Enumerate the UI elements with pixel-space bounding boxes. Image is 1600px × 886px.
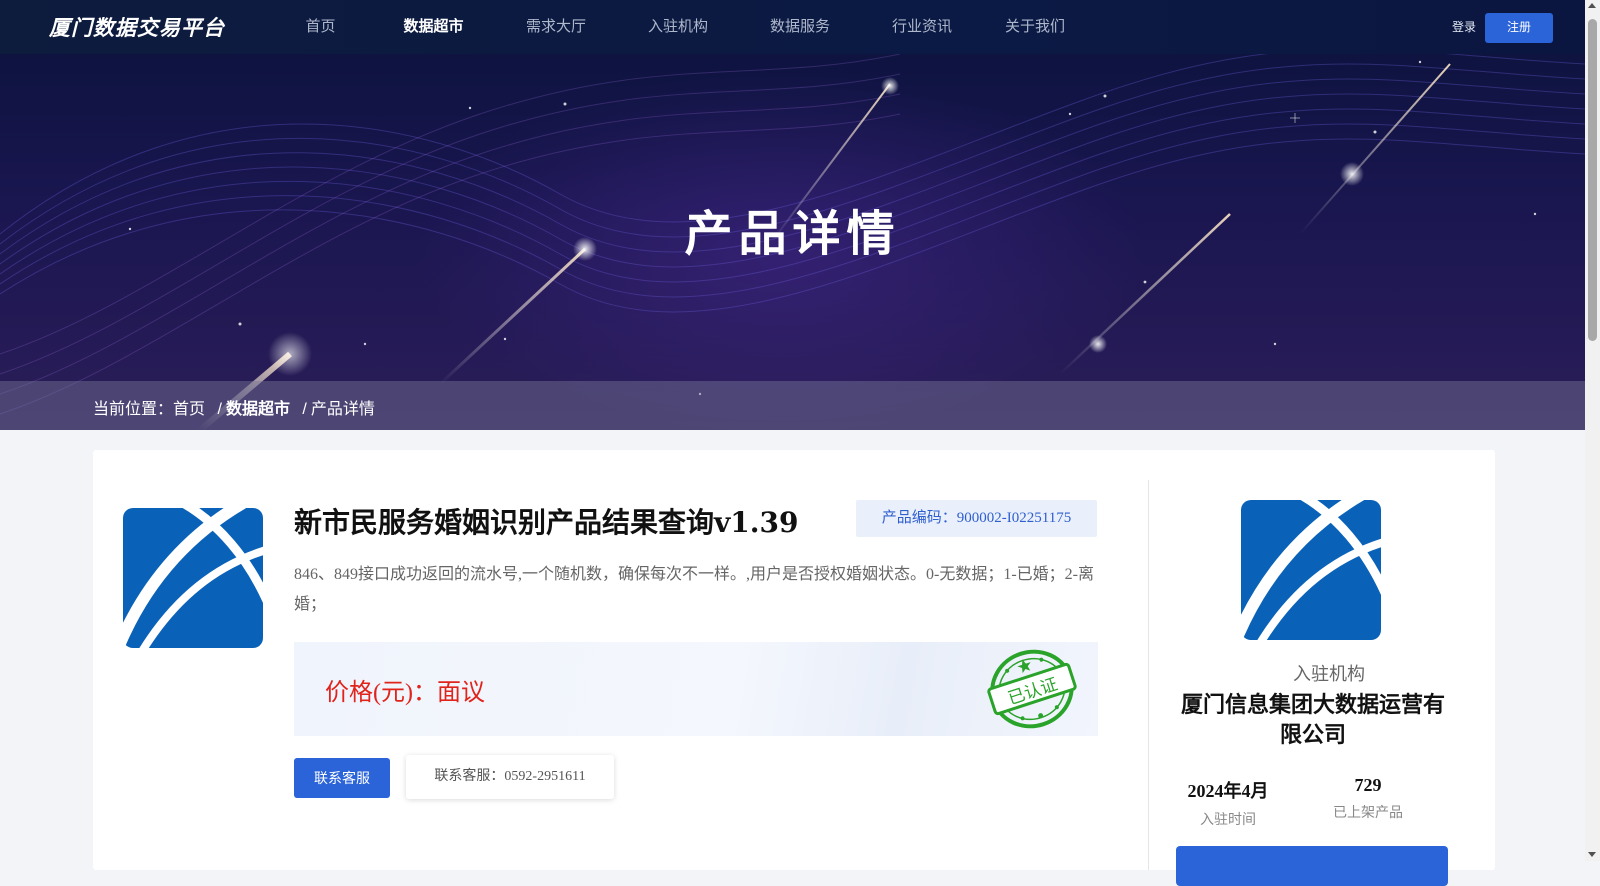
scroll-up-icon[interactable] bbox=[1588, 3, 1596, 8]
nav-item-data-services[interactable]: 数据服务 bbox=[760, 0, 840, 54]
contact-service-button[interactable]: 联系客服 bbox=[294, 758, 390, 798]
page-banner: 产品详情 当前位置：首页 / 数据超市 / 产品详情 bbox=[0, 54, 1585, 430]
price-label: 价格(元)：面议 bbox=[325, 680, 485, 706]
register-button[interactable]: 注册 bbox=[1485, 13, 1553, 43]
organization-action-button[interactable] bbox=[1176, 846, 1448, 886]
page-title: 产品详情 bbox=[684, 206, 901, 262]
nav-item-demand-hall[interactable]: 需求大厅 bbox=[516, 0, 596, 54]
price-panel: 价格(元)：面议 已认证 bbox=[294, 642, 1098, 736]
nav-item-home[interactable]: 首页 bbox=[290, 0, 351, 54]
scrollbar-thumb[interactable] bbox=[1588, 19, 1597, 341]
breadcrumb-separator: / bbox=[302, 401, 307, 418]
stat-listed-products: 729 已上架产品 bbox=[1303, 775, 1433, 822]
breadcrumb: 当前位置：首页 / 数据超市 / 产品详情 bbox=[93, 395, 375, 419]
nav-item-about-us[interactable]: 关于我们 bbox=[1004, 0, 1066, 54]
product-description: 846、849接口成功返回的流水号,一个随机数，确保每次不一样。,用户是否授权婚… bbox=[294, 566, 1094, 613]
nav-item-industry-news[interactable]: 行业资讯 bbox=[840, 0, 1004, 54]
breadcrumb-current: 产品详情 bbox=[310, 401, 375, 418]
product-logo-icon bbox=[123, 508, 263, 648]
site-logo[interactable]: 厦门数据交易平台 bbox=[49, 12, 225, 42]
breadcrumb-data-market[interactable]: 数据超市 bbox=[226, 401, 290, 418]
stat-value: 2024年4月 bbox=[1187, 781, 1269, 801]
certified-stamp-icon: 已认证 bbox=[987, 649, 1077, 729]
product-detail-card: 新市民服务婚姻识别产品结果查询v1.39 产品编码：900002-I022511… bbox=[93, 450, 1495, 886]
main-nav: 首页 数据超市 需求大厅 入驻机构 数据服务 行业资讯 关于我们 bbox=[290, 0, 1066, 54]
stat-join-date: 2024年4月 入驻时间 bbox=[1163, 777, 1293, 829]
nav-item-data-market[interactable]: 数据超市 bbox=[351, 0, 516, 54]
top-navigation-bar: 厦门数据交易平台 首页 数据超市 需求大厅 入驻机构 数据服务 行业资讯 关于我… bbox=[0, 0, 1585, 54]
breadcrumb-prefix: 当前位置： bbox=[93, 401, 174, 418]
product-code-badge: 产品编码：900002-I02251175 bbox=[856, 500, 1097, 537]
product-title: 新市民服务婚姻识别产品结果查询v1.39 bbox=[294, 506, 799, 539]
stat-label: 入驻时间 bbox=[1200, 813, 1256, 828]
column-divider bbox=[1148, 480, 1149, 870]
breadcrumb-bar: 当前位置：首页 / 数据超市 / 产品详情 bbox=[0, 381, 1585, 430]
organization-name[interactable]: 厦门信息集团大数据运营有限公司 bbox=[1178, 690, 1448, 750]
nav-item-institutions[interactable]: 入驻机构 bbox=[596, 0, 760, 54]
breadcrumb-home[interactable]: 首页 bbox=[173, 401, 205, 418]
contact-phone-tooltip: 联系客服：0592-2951611 bbox=[406, 755, 614, 799]
breadcrumb-separator: / bbox=[217, 401, 222, 418]
login-link[interactable]: 登录 bbox=[1452, 18, 1476, 35]
scroll-down-icon[interactable] bbox=[1588, 852, 1596, 857]
stat-value: 729 bbox=[1354, 775, 1382, 795]
stat-label: 已上架产品 bbox=[1333, 806, 1403, 821]
organization-logo-icon[interactable] bbox=[1241, 500, 1381, 640]
organization-kicker: 入驻机构 bbox=[1293, 664, 1365, 684]
